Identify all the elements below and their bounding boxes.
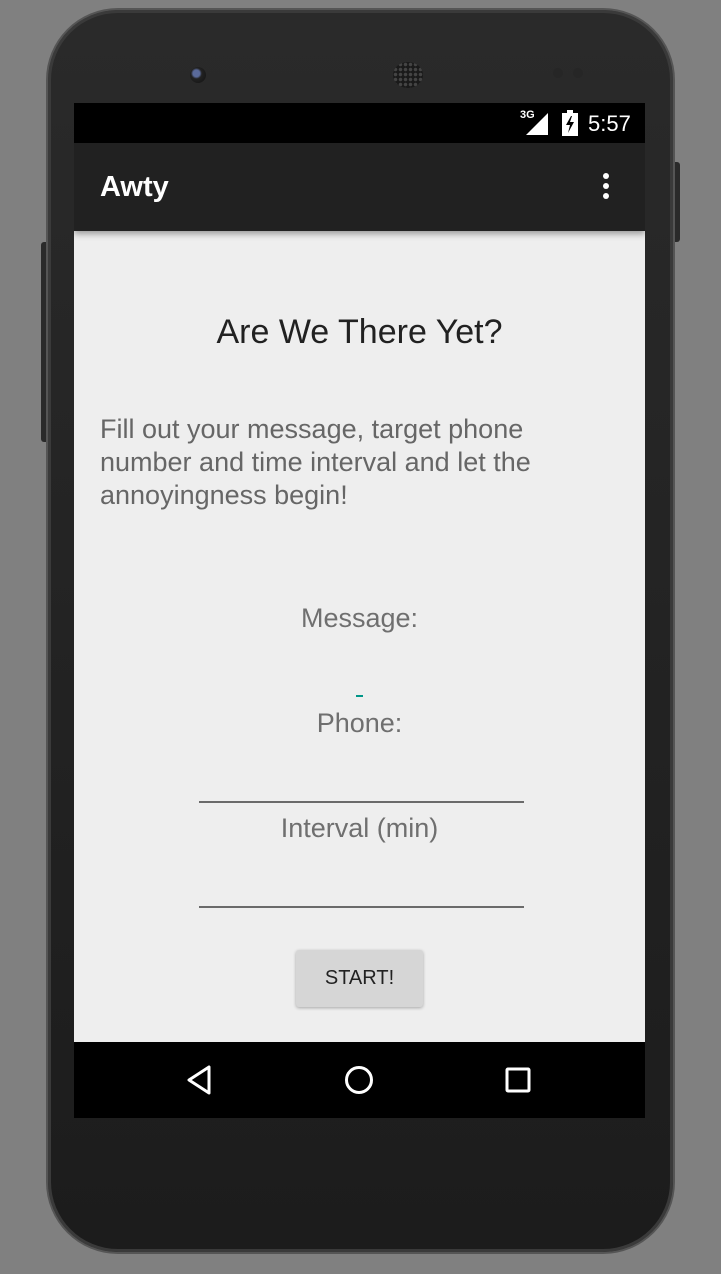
start-button[interactable]: START! — [296, 950, 423, 1007]
app-bar: Awty — [74, 143, 645, 231]
recents-icon[interactable] — [498, 1060, 538, 1100]
message-text-cursor — [356, 695, 363, 697]
interval-label: Interval (min) — [280, 813, 439, 843]
more-vert-icon[interactable] — [594, 171, 618, 205]
interval-input[interactable] — [199, 864, 524, 908]
power-button — [672, 162, 680, 242]
app-title: Awty — [100, 171, 169, 203]
page-heading: Are We There Yet? — [216, 313, 503, 351]
intro-text: Fill out your message, target phone numb… — [100, 414, 531, 510]
earpiece-speaker — [393, 62, 423, 88]
status-bar: 3G 5:57 — [74, 103, 645, 143]
proximity-sensor — [553, 68, 563, 78]
message-input[interactable] — [199, 651, 524, 693]
clock: 5:57 — [588, 111, 631, 136]
battery-charging-icon — [562, 110, 578, 136]
phone-input[interactable] — [199, 759, 524, 803]
navigation-bar — [74, 1042, 645, 1118]
back-icon[interactable] — [181, 1060, 221, 1100]
screen: 3G 5:57 Awty Are We There Yet? Fill out … — [74, 103, 645, 1118]
signal-icon — [526, 113, 548, 135]
home-icon[interactable] — [339, 1060, 379, 1100]
front-camera — [190, 67, 206, 83]
phone-label: Phone: — [316, 708, 403, 738]
message-label: Message: — [300, 603, 419, 633]
light-sensor — [573, 68, 583, 78]
